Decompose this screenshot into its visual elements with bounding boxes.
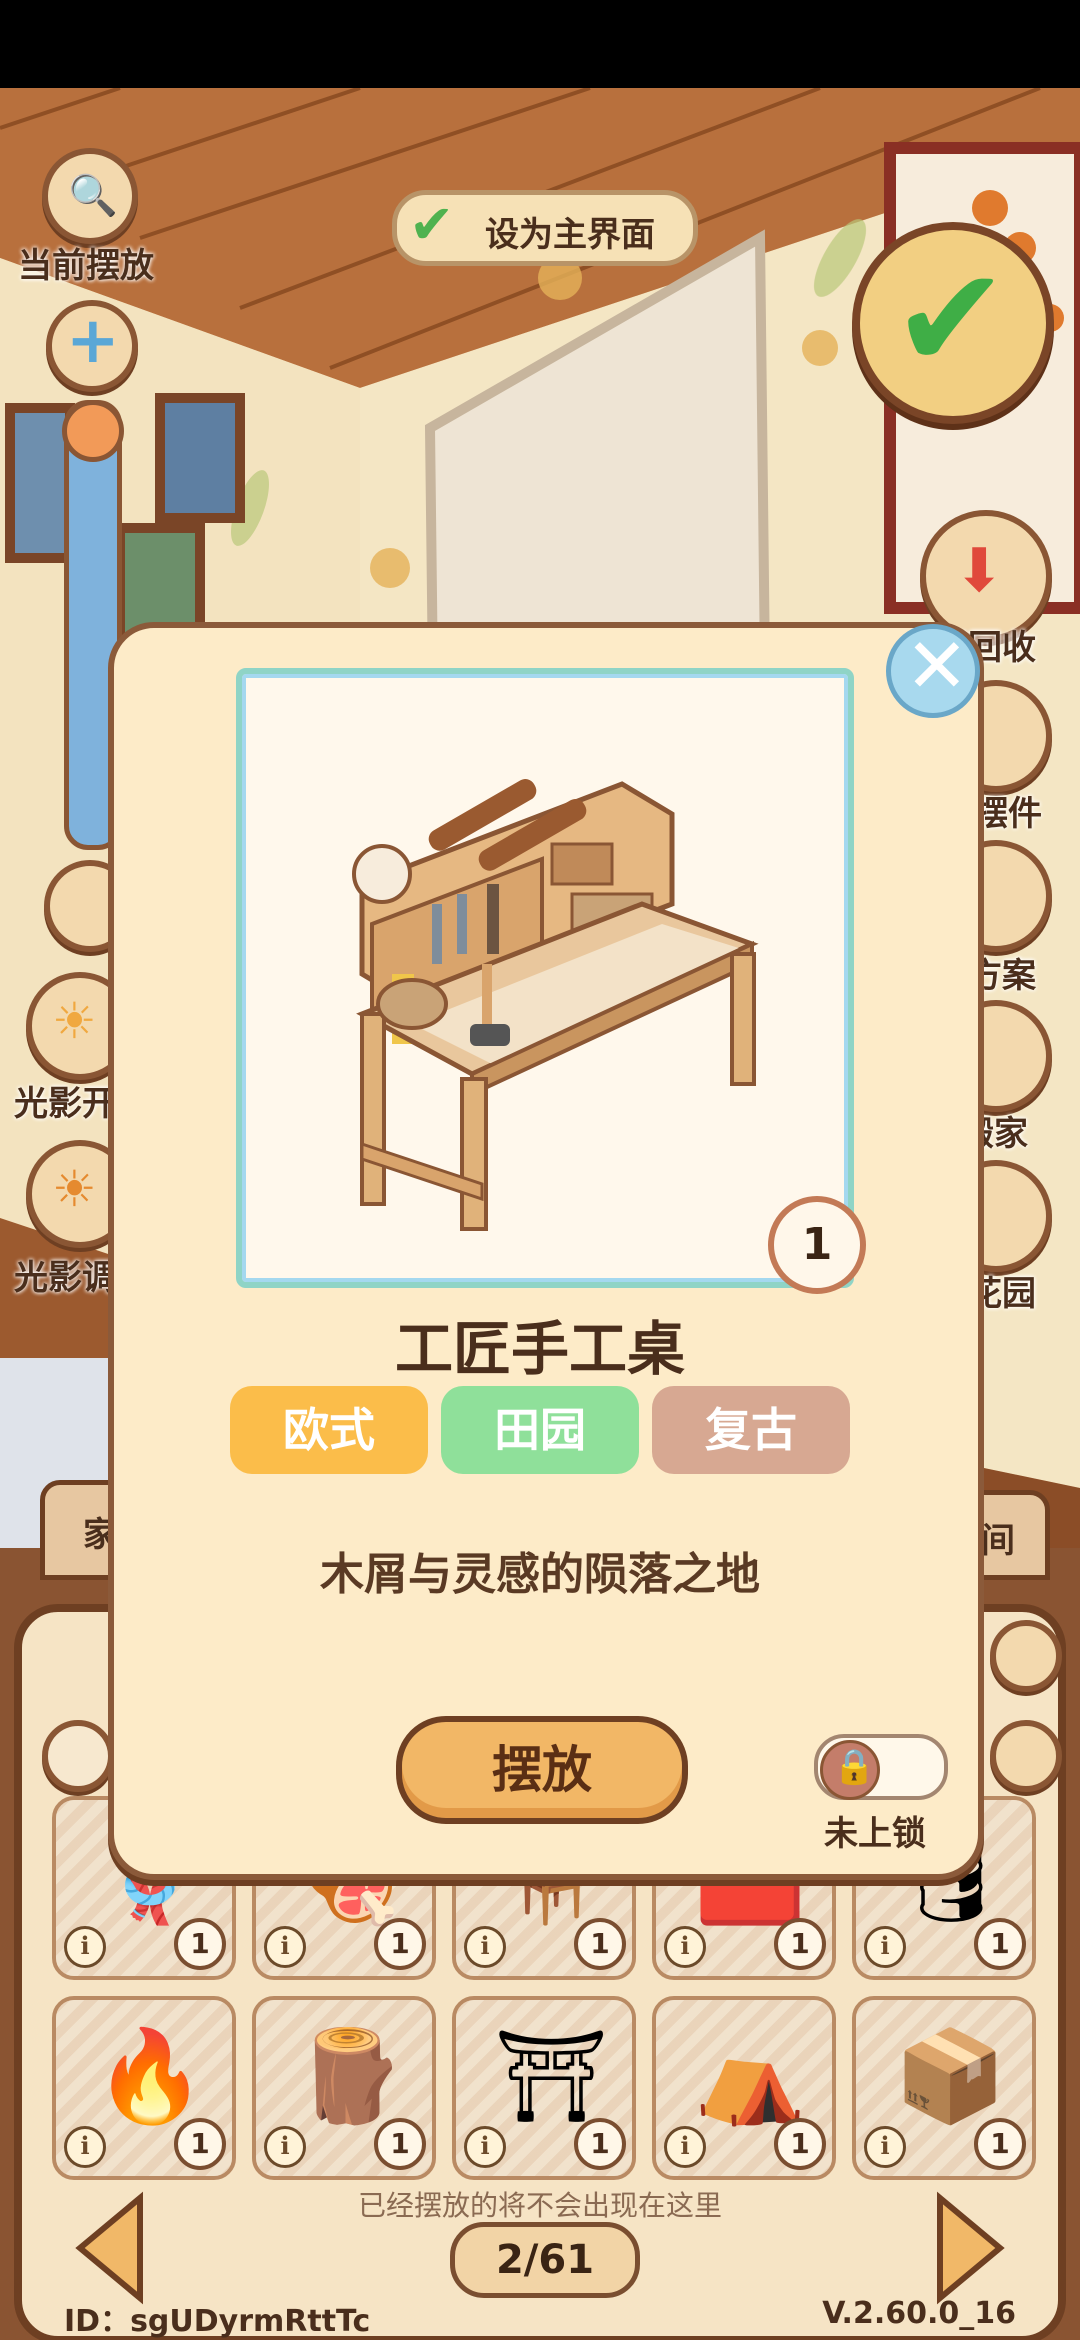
place-button-label: 摆放: [492, 1741, 592, 1799]
item-description: 木屑与灵感的陨落之地: [320, 1549, 760, 1600]
lock-label: 未上锁: [824, 1814, 926, 1854]
work-table-illustration: [352, 779, 759, 1231]
lock-toggle-knob: 🔒: [820, 1740, 880, 1800]
close-button[interactable]: ✕: [886, 621, 980, 718]
tag-pastoral: 田园: [441, 1386, 639, 1474]
status-bar: [0, 0, 1080, 88]
place-button[interactable]: 摆放: [396, 1716, 688, 1824]
close-icon: ✕: [905, 621, 969, 710]
tag-retro: 复古: [652, 1386, 850, 1474]
item-preview-frame: [236, 668, 854, 1288]
lock-toggle[interactable]: 🔒: [814, 1734, 948, 1800]
tag-european: 欧式: [230, 1386, 428, 1474]
owned-count: 1: [801, 1219, 833, 1270]
lock-icon: 🔒: [833, 1747, 876, 1787]
owned-count-badge: 1: [768, 1196, 866, 1294]
item-title: 工匠手工桌: [394, 1315, 685, 1383]
